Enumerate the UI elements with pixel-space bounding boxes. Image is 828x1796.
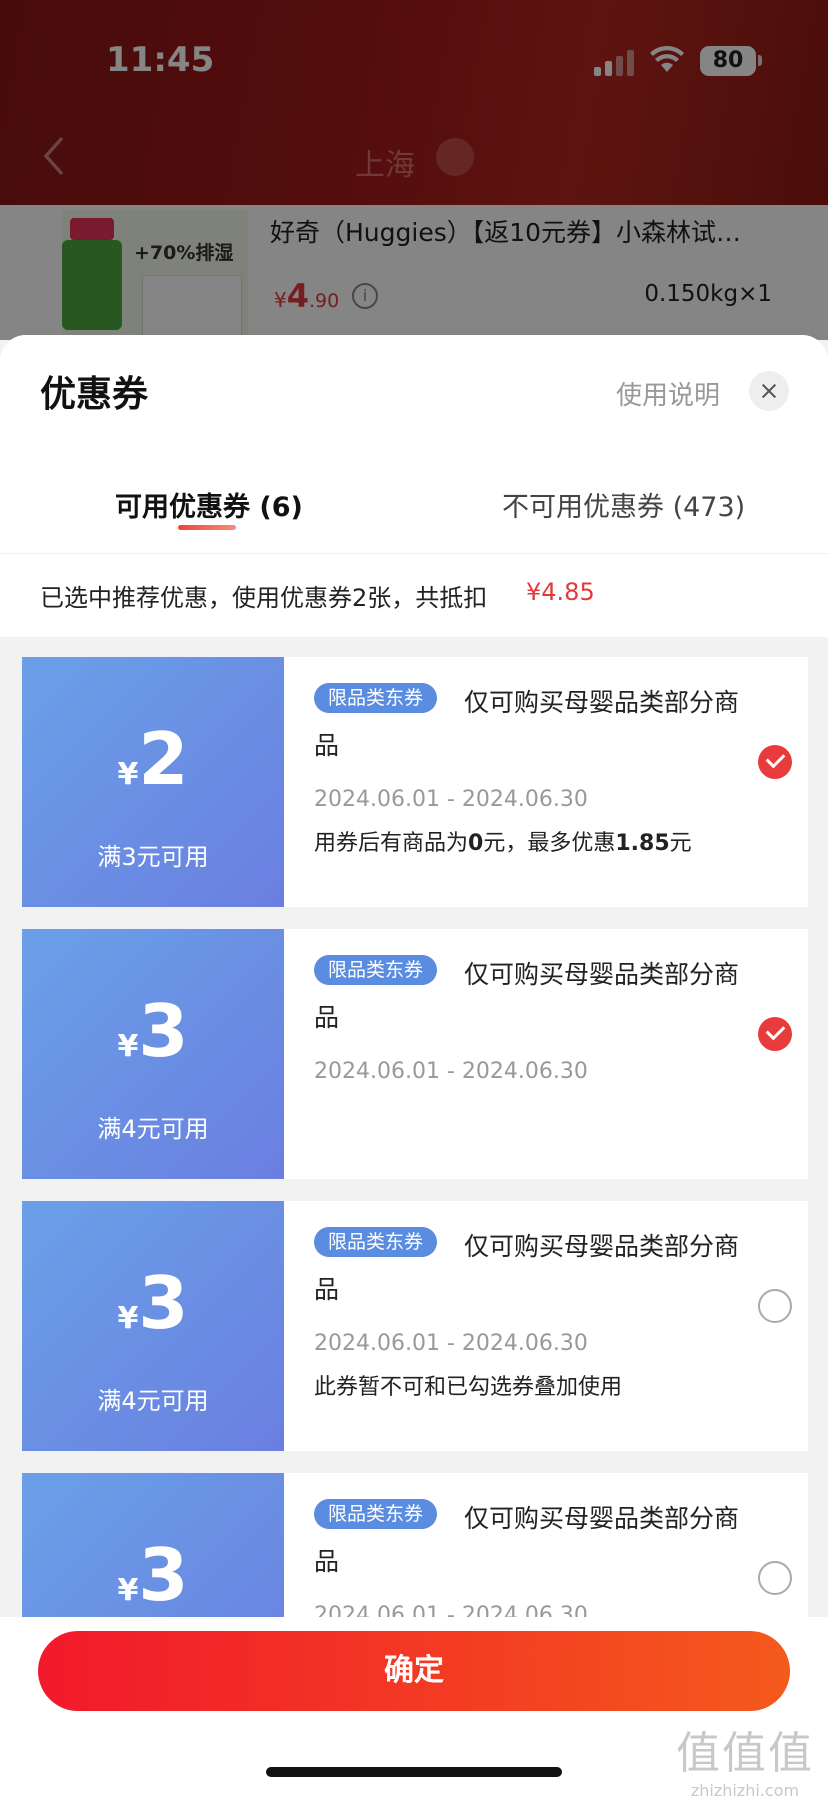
watermark-mark: 值值值 xyxy=(676,1728,814,1779)
coupon-checkbox-unchecked[interactable] xyxy=(758,1289,792,1323)
coupon-currency: ¥ xyxy=(117,1573,139,1608)
coupon-amount: ¥2 xyxy=(22,717,284,801)
coupon-sheet: 优惠券 使用说明 可用优惠券 (6) 不可用优惠券 (473) 已选中推荐优惠，… xyxy=(0,335,828,1796)
coupon-amount-value: 3 xyxy=(138,989,189,1073)
confirm-button[interactable]: 确定 xyxy=(38,1631,790,1711)
coupon-condition: 满4元可用 xyxy=(97,1387,209,1415)
usage-instructions-link[interactable]: 使用说明 xyxy=(616,375,720,412)
coupon-value-panel: ¥3 满4元可用 xyxy=(16,1201,284,1451)
coupon-date: 2024.06.01 - 2024.06.30 xyxy=(314,1331,588,1356)
modal-backdrop[interactable] xyxy=(0,0,828,340)
coupon-amount: ¥3 xyxy=(22,1261,284,1345)
coupon-condition: 满4元可用 xyxy=(97,1115,209,1143)
discount-summary: 已选中推荐优惠，使用优惠券2张，共抵扣 ¥4.85 xyxy=(0,553,828,637)
home-indicator xyxy=(266,1767,562,1777)
active-tab-indicator xyxy=(178,525,236,530)
coupon-value-panel: ¥3 满4元可用 xyxy=(16,929,284,1179)
coupon-date: 2024.06.01 - 2024.06.30 xyxy=(314,1059,588,1084)
coupon-checkbox-checked[interactable] xyxy=(758,1017,792,1051)
summary-text: 已选中推荐优惠，使用优惠券2张，共抵扣 xyxy=(40,584,488,612)
coupon-card[interactable]: ¥2 满3元可用 仅可购买母婴品类部分商品 限品类东券 2024.06.01 -… xyxy=(16,657,808,907)
coupon-checkbox-checked[interactable] xyxy=(758,745,792,779)
watermark: 值值值 zhizhizhi.com xyxy=(676,1717,814,1796)
coupon-badge: 限品类东券 xyxy=(314,1499,438,1529)
coupon-badge: 限品类东券 xyxy=(314,683,438,713)
coupon-badge: 限品类东券 xyxy=(314,1227,438,1257)
sheet-footer: 确定 值值值 zhizhizhi.com xyxy=(0,1617,828,1796)
sheet-header: 优惠券 使用说明 可用优惠券 (6) 不可用优惠券 (473) xyxy=(0,335,828,553)
coupon-amount: ¥3 xyxy=(22,989,284,1073)
coupon-note: 此券暂不可和已勾选券叠加使用 xyxy=(314,1375,623,1400)
coupon-card[interactable]: ¥3 满4元可用 仅可购买母婴品类部分商品 限品类东券 2024.06.01 -… xyxy=(16,1201,808,1451)
coupon-amount: ¥3 xyxy=(22,1533,284,1617)
coupon-currency: ¥ xyxy=(117,1029,139,1064)
coupon-currency: ¥ xyxy=(117,1301,139,1336)
tab-available-coupons[interactable]: 可用优惠券 (6) xyxy=(115,485,303,524)
summary-amount: ¥4.85 xyxy=(526,578,595,606)
sheet-title: 优惠券 xyxy=(40,374,149,415)
coupon-badge: 限品类东券 xyxy=(314,955,438,985)
coupon-condition: 满3元可用 xyxy=(97,843,209,871)
coupon-currency: ¥ xyxy=(117,757,139,792)
coupon-details: 仅可购买母婴品类部分商品 限品类东券 2024.06.01 - 2024.06.… xyxy=(284,657,808,907)
coupon-value-panel: ¥2 满3元可用 xyxy=(16,657,284,907)
watermark-url: zhizhizhi.com xyxy=(690,1781,800,1796)
tab-unavailable-coupons[interactable]: 不可用优惠券 (473) xyxy=(502,485,745,524)
coupon-checkbox-unchecked[interactable] xyxy=(758,1561,792,1595)
close-icon[interactable] xyxy=(749,371,789,411)
coupon-amount-value: 2 xyxy=(138,717,189,801)
coupon-details: 仅可购买母婴品类部分商品 限品类东券 2024.06.01 - 2024.06.… xyxy=(284,929,808,1179)
coupon-details: 仅可购买母婴品类部分商品 限品类东券 2024.06.01 - 2024.06.… xyxy=(284,1201,808,1451)
coupon-date: 2024.06.01 - 2024.06.30 xyxy=(314,787,588,812)
coupon-amount-value: 3 xyxy=(138,1533,189,1617)
coupon-note: 用券后有商品为0元，最多优惠1.85元 xyxy=(314,831,692,856)
coupon-card[interactable]: ¥3 满4元可用 仅可购买母婴品类部分商品 限品类东券 2024.06.01 -… xyxy=(16,929,808,1179)
coupon-amount-value: 3 xyxy=(138,1261,189,1345)
